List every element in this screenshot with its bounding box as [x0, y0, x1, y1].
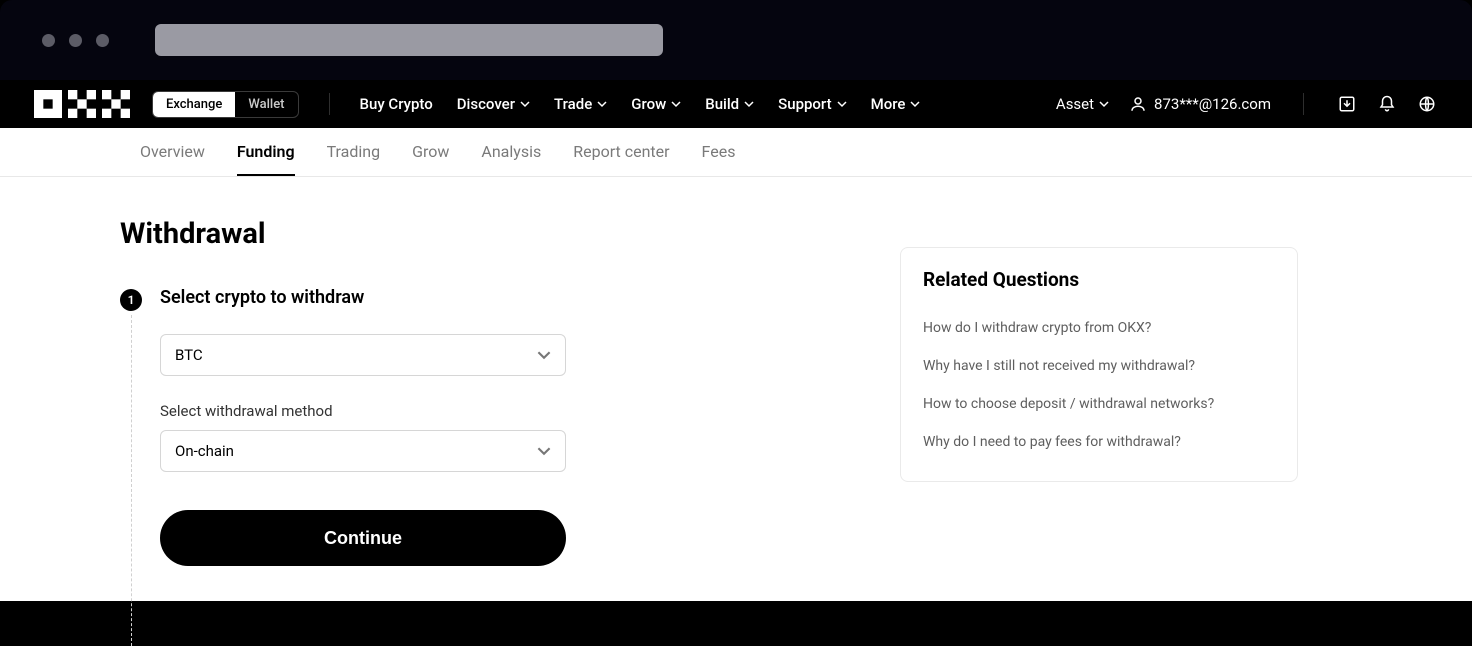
faq-link[interactable]: Why do I need to pay fees for withdrawal… — [923, 423, 1275, 461]
content: Withdrawal 1 Select crypto to withdraw B… — [0, 177, 1472, 601]
method-label: Select withdrawal method — [160, 402, 820, 420]
faq-link[interactable]: How to choose deposit / withdrawal netwo… — [923, 385, 1275, 423]
faq-link[interactable]: Why have I still not received my withdra… — [923, 347, 1275, 385]
user-email: 873***@126.com — [1154, 95, 1271, 113]
nav-label: Buy Crypto — [360, 95, 433, 113]
chevron-down-icon — [537, 348, 551, 362]
chevron-down-icon — [597, 99, 607, 109]
divider — [329, 93, 330, 115]
asset-menu[interactable]: Asset — [1056, 95, 1109, 113]
tab-overview[interactable]: Overview — [140, 128, 205, 176]
faq-link[interactable]: How do I withdraw crypto from OKX? — [923, 309, 1275, 347]
traffic-dot — [42, 34, 55, 47]
tab-report-center[interactable]: Report center — [573, 128, 669, 176]
globe-icon[interactable] — [1416, 93, 1438, 115]
nav-label: Asset — [1056, 95, 1094, 113]
chevron-down-icon — [837, 99, 847, 109]
url-bar[interactable] — [155, 24, 663, 56]
mode-exchange[interactable]: Exchange — [153, 92, 235, 117]
mode-wallet[interactable]: Wallet — [235, 92, 297, 117]
nav-build[interactable]: Build — [705, 95, 754, 113]
chevron-down-icon — [910, 99, 920, 109]
chevron-down-icon — [671, 99, 681, 109]
method-select-value: On-chain — [175, 442, 234, 460]
nav-support[interactable]: Support — [778, 95, 846, 113]
chevron-down-icon — [537, 444, 551, 458]
main-nav: Buy Crypto Discover Trade Grow Build Sup… — [360, 95, 921, 113]
tab-trading[interactable]: Trading — [327, 128, 381, 176]
nav-label: Grow — [631, 95, 666, 113]
related-questions-panel: Related Questions How do I withdraw cryp… — [900, 247, 1298, 482]
nav-grow[interactable]: Grow — [631, 95, 681, 113]
user-menu[interactable]: 873***@126.com — [1127, 93, 1271, 115]
tab-grow[interactable]: Grow — [412, 128, 449, 176]
nav-more[interactable]: More — [871, 95, 921, 113]
sub-nav: Overview Funding Trading Grow Analysis R… — [0, 128, 1472, 177]
header-right: Asset 873***@126.com — [1056, 93, 1438, 115]
step-number-badge: 1 — [120, 289, 142, 311]
traffic-dot — [69, 34, 82, 47]
mode-toggle: Exchange Wallet — [152, 91, 299, 118]
app-header: Exchange Wallet Buy Crypto Discover Trad… — [0, 80, 1472, 128]
chevron-down-icon — [1099, 99, 1109, 109]
tab-analysis[interactable]: Analysis — [481, 128, 541, 176]
nav-label: Support — [778, 95, 831, 113]
user-icon — [1127, 93, 1149, 115]
tab-fees[interactable]: Fees — [702, 128, 736, 176]
nav-label: Trade — [554, 95, 592, 113]
main-column: Withdrawal 1 Select crypto to withdraw B… — [120, 217, 820, 601]
page-title: Withdrawal — [120, 217, 820, 251]
related-questions-title: Related Questions — [923, 268, 1275, 291]
bell-icon[interactable] — [1376, 93, 1398, 115]
browser-chrome — [0, 0, 1472, 80]
download-icon[interactable] — [1336, 93, 1358, 115]
step-1: 1 Select crypto to withdraw BTC Select w… — [120, 287, 820, 566]
tab-funding[interactable]: Funding — [237, 128, 295, 176]
chevron-down-icon — [744, 99, 754, 109]
nav-label: Discover — [457, 95, 515, 113]
nav-buy-crypto[interactable]: Buy Crypto — [360, 95, 433, 113]
okx-logo[interactable] — [34, 90, 130, 118]
nav-label: Build — [705, 95, 739, 113]
crypto-select[interactable]: BTC — [160, 334, 566, 376]
crypto-select-value: BTC — [175, 346, 203, 364]
nav-discover[interactable]: Discover — [457, 95, 530, 113]
step-title: Select crypto to withdraw — [160, 287, 820, 308]
nav-trade[interactable]: Trade — [554, 95, 607, 113]
divider — [1303, 93, 1304, 115]
method-select[interactable]: On-chain — [160, 430, 566, 472]
traffic-dot — [96, 34, 109, 47]
continue-button[interactable]: Continue — [160, 510, 566, 566]
chevron-down-icon — [520, 99, 530, 109]
nav-label: More — [871, 95, 906, 113]
